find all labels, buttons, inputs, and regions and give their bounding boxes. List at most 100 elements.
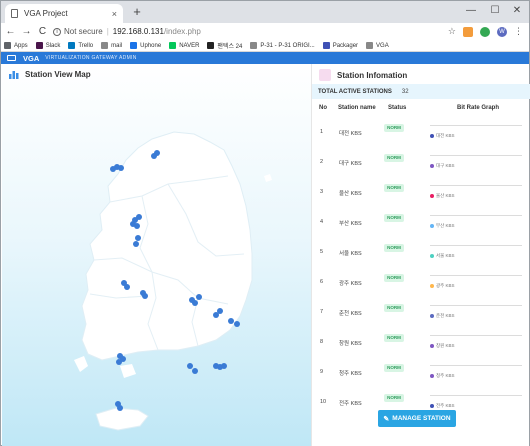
station-marker-jeju[interactable] (117, 405, 123, 411)
app-brand[interactable]: VGA (23, 54, 39, 63)
table-row[interactable]: 2 대구 KBS NORM 대구 KBS (312, 146, 530, 176)
table-row[interactable]: 6 광주 KBS NORM 광주 KBS (312, 266, 530, 296)
table-row[interactable]: 9 청주 KBS NORM 청주 KBS (312, 356, 530, 386)
legend-dot (430, 164, 434, 168)
minimize-button[interactable]: — (461, 4, 481, 18)
station-marker[interactable] (133, 241, 139, 247)
legend-label: 창원 KBS (436, 343, 455, 348)
extension-orange-icon[interactable] (463, 26, 473, 37)
graph-legend: 광주 KBS (430, 283, 455, 289)
station-marker[interactable] (228, 318, 234, 324)
status-badge: NORM (384, 214, 404, 222)
total-count: 32 (401, 88, 409, 95)
browser-toolbar: ← → C i Not secure | 192.168.0.131/index… (1, 23, 529, 40)
legend-dot (430, 224, 434, 228)
legend-dot (430, 254, 434, 258)
bookmark-label: Apps (14, 42, 28, 49)
station-marker[interactable] (116, 359, 122, 365)
graph-legend: 창원 KBS (430, 343, 455, 349)
bookmark-item[interactable]: NAVER (169, 42, 199, 49)
ulleung-island (264, 174, 272, 182)
station-name: 서울 KBS (339, 251, 362, 257)
reload-button[interactable]: C (36, 26, 49, 37)
forward-button[interactable]: → (20, 26, 33, 37)
bookmark-label: Slack (45, 42, 61, 49)
status-badge: NORM (384, 184, 404, 192)
bookmark-item[interactable]: Slack (35, 42, 61, 49)
status-badge: NORM (384, 334, 404, 342)
station-marker[interactable] (221, 363, 227, 369)
table-row[interactable]: 1 대전 KBS NORM 대전 KBS (312, 116, 530, 146)
menu-kebab-icon[interactable]: ⋮ (514, 26, 523, 37)
bookmark-item[interactable]: P-31 - P-31 ORIGI... (250, 42, 315, 49)
bookmark-item[interactable]: Trello (68, 42, 93, 49)
close-tab-icon[interactable]: × (112, 9, 117, 19)
bookmark-item[interactable]: mail (101, 42, 122, 49)
station-marker[interactable] (196, 294, 202, 300)
station-marker[interactable] (142, 293, 148, 299)
bookmark-item[interactable]: Uphone (130, 42, 161, 49)
station-marker[interactable] (234, 321, 240, 327)
info-icon[interactable]: i (53, 27, 61, 36)
table-row[interactable]: 5 서울 KBS NORM 서울 KBS (312, 236, 530, 266)
bookmark-label: Uphone (140, 42, 162, 49)
table-row[interactable]: 3 울산 KBS NORM 울산 KBS (312, 176, 530, 206)
new-tab-button[interactable]: + (129, 4, 145, 20)
extension-chrome-icon[interactable] (480, 26, 490, 37)
bar-chart-icon (9, 71, 19, 79)
legend-dot (430, 194, 434, 198)
bookmark-item[interactable]: Packager (322, 42, 358, 49)
station-name: 춘천 KBS (339, 311, 362, 317)
station-name: 대전 KBS (339, 131, 362, 137)
table-row[interactable]: 8 창원 KBS NORM 창원 KBS (312, 326, 530, 356)
row-number: 10 (320, 399, 327, 405)
station-marker[interactable] (192, 300, 198, 306)
bookmark-star-icon[interactable]: ☆ (448, 26, 456, 37)
profile-avatar[interactable]: W (497, 26, 507, 37)
browser-tab[interactable]: VGA Project × (5, 4, 123, 23)
address-bar[interactable]: i Not secure | 192.168.0.131/index.php (53, 24, 201, 39)
status-badge: NORM (384, 124, 404, 132)
maximize-button[interactable]: ☐ (485, 4, 505, 18)
legend-dot (430, 374, 434, 378)
station-marker[interactable] (118, 165, 124, 171)
bookmark-label: mail (111, 42, 123, 49)
info-panel-header: Station Infomation (319, 69, 407, 81)
naver-icon (169, 42, 177, 49)
legend-label: 춘천 KBS (436, 313, 455, 318)
row-number: 2 (320, 159, 324, 165)
manage-station-button[interactable]: ✎ MANAGE STATION (378, 410, 456, 427)
status-badge: NORM (384, 274, 404, 282)
info-panel-title: Station Infomation (337, 70, 408, 80)
bit-rate-graph (430, 395, 522, 398)
bookmark-item[interactable]: Apps (4, 42, 28, 49)
bookmark-item[interactable]: VGA (366, 42, 389, 49)
slack-icon (35, 42, 43, 49)
station-marker[interactable] (135, 235, 141, 241)
pantech-icon (207, 42, 215, 49)
page-icon (250, 42, 258, 49)
legend-dot (430, 404, 434, 408)
station-marker[interactable] (187, 363, 193, 369)
page-icon (11, 9, 18, 18)
bookmark-item[interactable]: 팬텍스 24 (207, 41, 242, 50)
table-row[interactable]: 7 춘천 KBS NORM 춘천 KBS (312, 296, 530, 326)
bit-rate-graph (430, 365, 522, 368)
security-label: Not secure (64, 27, 103, 36)
graph-legend: 청주 KBS (430, 373, 455, 379)
bookmark-label: NAVER (179, 42, 200, 49)
station-marker[interactable] (134, 223, 140, 229)
station-marker[interactable] (124, 284, 130, 290)
status-badge: NORM (384, 364, 404, 372)
close-window-button[interactable]: ✕ (507, 4, 527, 18)
station-marker[interactable] (154, 150, 160, 156)
table-row[interactable]: 4 부산 KBS NORM 부산 KBS (312, 206, 530, 236)
station-marker[interactable] (136, 214, 142, 220)
station-name: 광주 KBS (339, 281, 362, 287)
back-button[interactable]: ← (4, 26, 17, 37)
korea-mainland (81, 131, 253, 361)
row-number: 7 (320, 309, 324, 315)
station-marker[interactable] (192, 368, 198, 374)
station-marker[interactable] (217, 308, 223, 314)
graph-legend: 부산 KBS (430, 223, 455, 229)
